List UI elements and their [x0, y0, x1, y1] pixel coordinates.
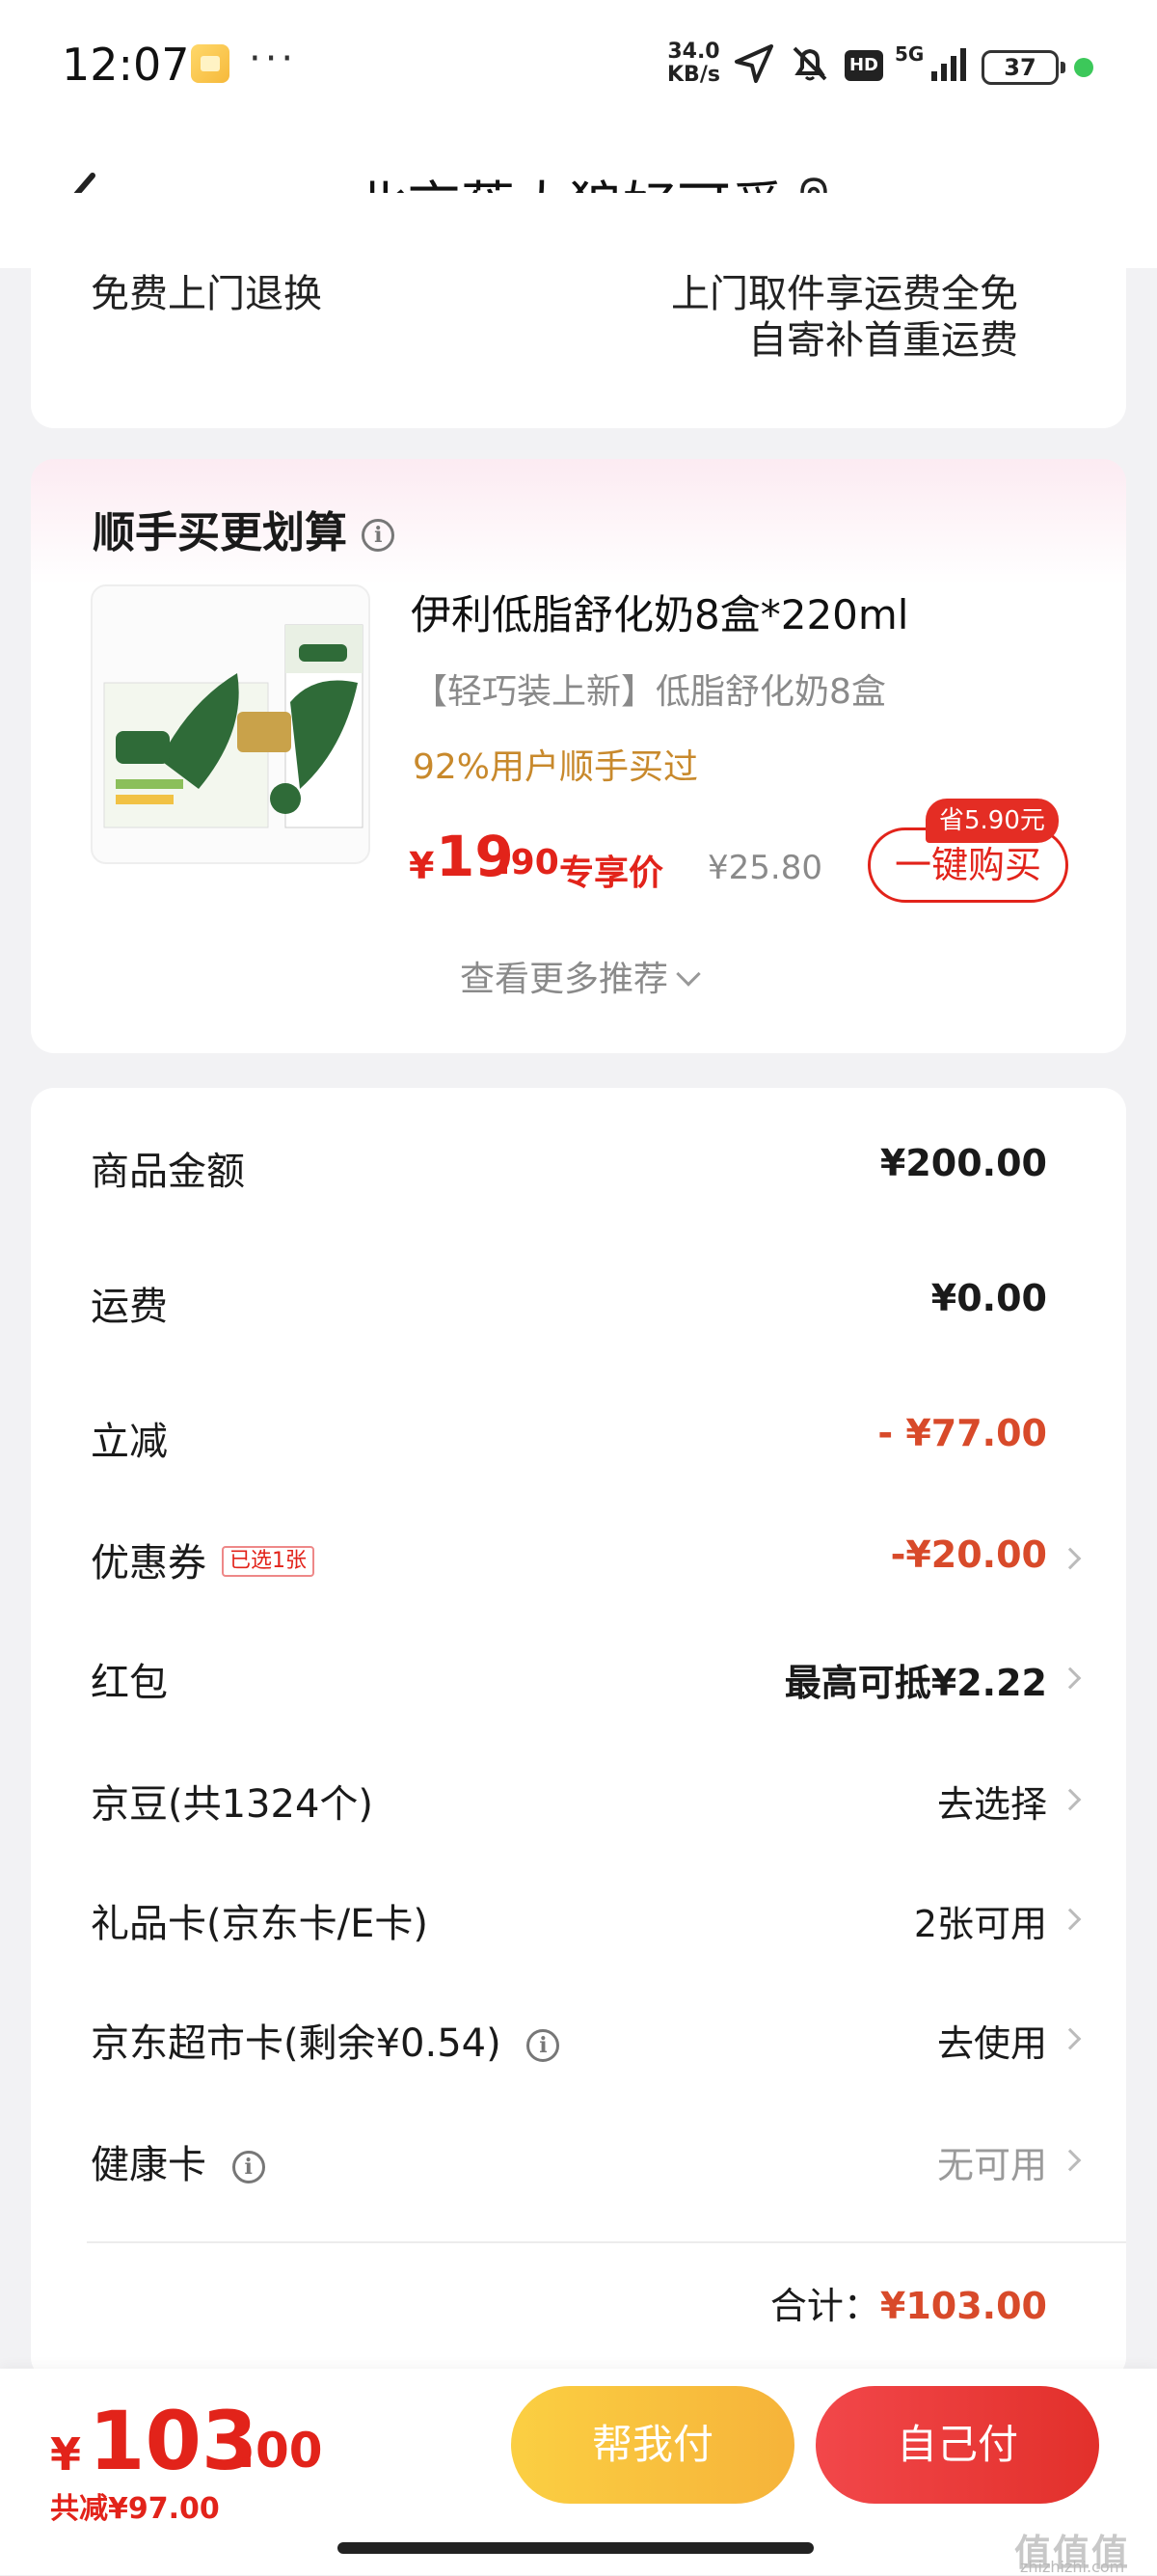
battery-icon: 37 — [982, 50, 1065, 85]
summary-row-shipping: 运费 ¥0.00 — [31, 1261, 1126, 1339]
speed-value: 34.0 — [667, 40, 720, 64]
divider — [87, 2241, 1126, 2243]
info-icon[interactable]: i — [526, 2029, 560, 2062]
row-value: 无可用 — [936, 2144, 1047, 2186]
summary-row-instant-discount: 立减 - ¥77.00 — [31, 1396, 1126, 1474]
row-label: 立减 — [91, 1420, 168, 1464]
speed-unit: KB/s — [667, 63, 720, 87]
total-saved[interactable]: 共减¥97.00 — [50, 2484, 220, 2527]
product-subtitle: 【轻巧装上新】低脂舒化奶8盒 — [413, 672, 886, 712]
status-bar: 12:07 ··· 34.0 KB/s HD 5G 37 — [0, 0, 1157, 125]
row-label: 健康卡 — [91, 2143, 206, 2187]
pay-myself-button[interactable]: 自己付 — [816, 2386, 1099, 2504]
summary-row-goods-amount: 商品金额 ¥200.00 — [31, 1126, 1126, 1204]
order-total: 合计：¥103.00 — [770, 2276, 1047, 2329]
row-label: 京豆(共1324个) — [91, 1782, 374, 1827]
price-currency: ¥ — [409, 845, 435, 887]
row-value: ¥200.00 — [879, 1142, 1047, 1184]
chevron-right-icon — [1059, 2149, 1082, 2172]
row-label-wrap: 优惠券 已选1张 — [91, 1532, 314, 1587]
network-speed: 34.0 KB/s — [667, 41, 720, 87]
total-label: 合计： — [769, 2285, 880, 2327]
chevron-down-icon — [676, 962, 701, 987]
row-label: 商品金额 — [91, 1150, 245, 1194]
watermark-domain: zhizhizhi.com — [1020, 2558, 1125, 2576]
recommend-title: 顺手买更划算 i — [93, 498, 395, 559]
return-service-value-2: 自寄补首重运费 — [748, 318, 1018, 363]
row-value: ¥0.00 — [930, 1277, 1047, 1319]
signal-icon — [931, 48, 966, 81]
chevron-right-icon — [1059, 1788, 1082, 1811]
price-decimal: .90 — [498, 843, 559, 882]
row-value: 去选择 — [936, 1783, 1047, 1826]
recommend-card: 顺手买更划算 i 伊利低脂舒化奶8盒*220ml 【轻巧装上新】低脂舒化奶8盒 … — [31, 459, 1126, 1053]
row-value: 最高可抵¥2.22 — [784, 1662, 1047, 1704]
summary-row-coupon[interactable]: 优惠券 已选1张 -¥20.00 — [31, 1518, 1126, 1595]
row-value: 去使用 — [936, 2022, 1047, 2065]
return-service-label: 免费上门退换 — [91, 272, 322, 316]
row-label: 京东超市卡(剩余¥0.54) — [91, 2021, 501, 2066]
checkout-bar: ¥ 103 .00 共减¥97.00 帮我付 自己付 值值值 zhizhizhi… — [0, 2369, 1157, 2576]
pay-amount-decimal: .00 — [237, 2423, 323, 2479]
product-purchase-hint: 92%用户顺手买过 — [413, 747, 699, 787]
help-me-pay-button[interactable]: 帮我付 — [511, 2386, 794, 2504]
row-value: -¥20.00 — [890, 1533, 1047, 1576]
exclusive-price-tag: 专享价 — [559, 854, 664, 893]
info-icon[interactable]: i — [362, 519, 395, 552]
return-service-card: 免费上门退换 上门取件享运费全免 自寄补首重运费 — [31, 193, 1126, 428]
chevron-right-icon — [1059, 1908, 1082, 1931]
recommend-title-text: 顺手买更划算 — [93, 508, 347, 557]
original-price: ¥25.80 — [708, 849, 822, 887]
chevron-right-icon — [1059, 2027, 1082, 2050]
hd-icon: HD — [845, 50, 883, 81]
row-label: 红包 — [91, 1661, 168, 1705]
total-value: ¥103.00 — [879, 2285, 1047, 2327]
pay-amount-integer: 103 — [89, 2394, 258, 2488]
mute-bell-icon — [793, 46, 827, 81]
home-indicator[interactable] — [337, 2542, 814, 2554]
more-recommendations-link[interactable]: 查看更多推荐 — [31, 951, 1126, 1001]
status-time: 12:07 — [62, 39, 190, 91]
summary-row-red-packet[interactable]: 红包 最高可抵¥2.22 — [31, 1638, 1126, 1715]
row-label: 优惠券 — [91, 1541, 206, 1586]
more-recommendations-label: 查看更多推荐 — [459, 960, 668, 999]
summary-row-supermarket-card[interactable]: 京东超市卡(剩余¥0.54) i 去使用 — [31, 1998, 1126, 2075]
row-value: - ¥77.00 — [877, 1412, 1047, 1454]
chevron-right-icon — [1059, 1547, 1082, 1570]
row-label: 运费 — [91, 1285, 168, 1329]
order-summary-card: 商品金额 ¥200.00 运费 ¥0.00 立减 - ¥77.00 优惠券 已选1… — [31, 1088, 1126, 2380]
milk-box-image — [103, 624, 363, 828]
save-amount-badge: 省5.90元 — [926, 799, 1059, 843]
info-icon[interactable]: i — [231, 2151, 265, 2183]
product-thumbnail[interactable] — [91, 584, 370, 864]
summary-row-gift-card[interactable]: 礼品卡(京东卡/E卡) 2张可用 — [31, 1879, 1126, 1956]
chevron-right-icon — [1059, 1667, 1082, 1690]
more-notifications-icon: ··· — [249, 37, 298, 81]
row-label-wrap: 京东超市卡(剩余¥0.54) i — [91, 2012, 560, 2068]
summary-row-health-card[interactable]: 健康卡 i 无可用 — [31, 2120, 1126, 2197]
product-name[interactable]: 伊利低脂舒化奶8盒*220ml — [411, 583, 908, 641]
notification-app-icon — [191, 44, 229, 83]
row-value: 2张可用 — [913, 1903, 1047, 1945]
row-label: 礼品卡(京东卡/E卡) — [91, 1902, 428, 1946]
summary-row-jd-beans[interactable]: 京豆(共1324个) 去选择 — [31, 1759, 1126, 1836]
coupon-selected-badge: 已选1张 — [222, 1546, 314, 1577]
row-label-wrap: 健康卡 i — [91, 2133, 265, 2189]
pay-amount-currency: ¥ — [50, 2428, 82, 2481]
privacy-indicator-dot — [1074, 58, 1093, 77]
location-arrow-icon — [735, 44, 773, 83]
